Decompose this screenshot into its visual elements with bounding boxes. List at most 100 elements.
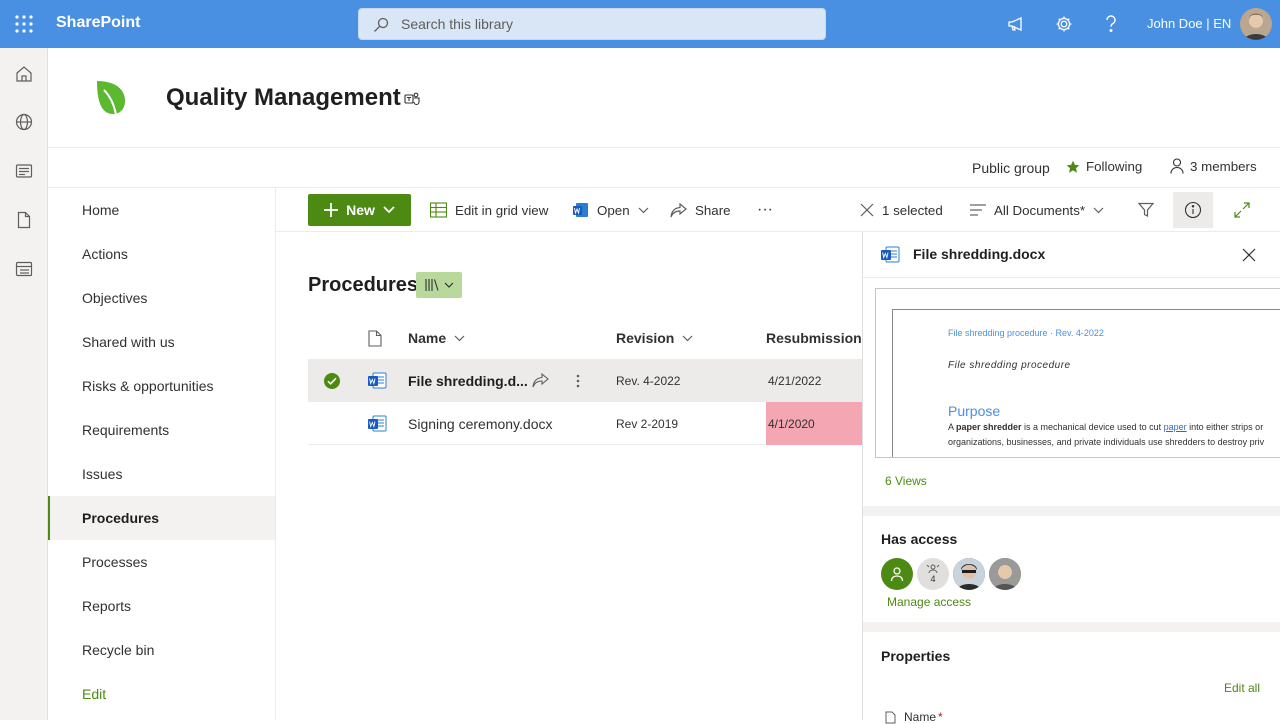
info-pane-icon[interactable] bbox=[1173, 192, 1213, 228]
view-count: 6 Views bbox=[885, 474, 927, 488]
close-icon bbox=[860, 203, 874, 217]
file-type-column-icon[interactable] bbox=[368, 324, 382, 352]
file-name[interactable]: Signing ceremony.docx bbox=[408, 402, 552, 445]
chevron-down-icon bbox=[682, 335, 693, 341]
library-view-switch[interactable] bbox=[416, 272, 462, 298]
column-header-name[interactable]: Name bbox=[408, 324, 465, 352]
clear-selection-button[interactable]: 1 selected bbox=[860, 188, 943, 232]
chevron-down-icon bbox=[444, 282, 454, 288]
share-icon bbox=[670, 202, 687, 217]
plus-icon bbox=[324, 203, 339, 217]
search-icon bbox=[374, 17, 389, 32]
app-rail bbox=[0, 48, 48, 720]
nav-item-recycle-bin[interactable]: Recycle bin bbox=[48, 628, 275, 672]
account-name[interactable]: John Doe | EN bbox=[1147, 16, 1231, 31]
megaphone-icon[interactable] bbox=[992, 0, 1040, 48]
members-button[interactable]: 3 members bbox=[1170, 158, 1257, 174]
nav-item-home[interactable]: Home bbox=[48, 188, 275, 232]
site-logo-leaf-icon[interactable] bbox=[94, 78, 128, 121]
nav-edit-link[interactable]: Edit bbox=[48, 672, 275, 716]
news-icon[interactable] bbox=[0, 147, 48, 195]
edit-all-link[interactable]: Edit all bbox=[1224, 681, 1260, 695]
chevron-down-icon bbox=[638, 207, 649, 213]
command-bar: New Edit in grid view Open Share ··· 1 s… bbox=[276, 188, 1280, 232]
user-avatar[interactable] bbox=[953, 558, 985, 590]
follow-button[interactable]: Following bbox=[1066, 159, 1142, 174]
chevron-down-icon bbox=[383, 206, 395, 214]
preview-header: File shredding procedure · Rev. 4-2022 bbox=[948, 328, 1104, 338]
share-button[interactable]: Share bbox=[670, 188, 731, 232]
search-box[interactable] bbox=[358, 8, 826, 40]
share-label: Share bbox=[695, 202, 731, 218]
preview-text-line: A paper shredder is a mechanical device … bbox=[948, 422, 1264, 432]
edit-grid-view-label: Edit in grid view bbox=[455, 202, 549, 218]
document-icon bbox=[885, 711, 896, 723]
section-divider bbox=[863, 506, 1280, 516]
close-details-icon[interactable] bbox=[1239, 246, 1259, 266]
more-vertical-icon[interactable] bbox=[576, 359, 580, 402]
nav-item-processes[interactable]: Processes bbox=[48, 540, 275, 584]
section-divider bbox=[863, 622, 1280, 632]
grid-table-icon bbox=[430, 202, 447, 218]
column-header-resubmission[interactable]: Resubmission bbox=[766, 324, 878, 352]
nav-item-procedures[interactable]: Procedures bbox=[48, 496, 275, 540]
manage-access-link[interactable]: Manage access bbox=[887, 595, 971, 609]
filter-icon[interactable] bbox=[1128, 188, 1164, 232]
nav-item-requirements[interactable]: Requirements bbox=[48, 408, 275, 452]
document-preview[interactable]: File shredding procedure · Rev. 4-2022 F… bbox=[875, 288, 1280, 458]
site-title[interactable]: Quality Management bbox=[166, 84, 401, 112]
nav-item-reports[interactable]: Reports bbox=[48, 584, 275, 628]
person-icon bbox=[1170, 158, 1184, 174]
table-row[interactable]: File shredding.d... Rev. 4-2022 4/21/202… bbox=[308, 359, 862, 402]
share-file-icon[interactable] bbox=[532, 359, 549, 402]
nav-item-actions[interactable]: Actions bbox=[48, 232, 275, 276]
view-label: All Documents* bbox=[994, 202, 1086, 218]
shared-link-icon[interactable]: 4 bbox=[917, 558, 949, 590]
group-type: Public group bbox=[972, 160, 1050, 176]
settings-gear-icon[interactable] bbox=[1040, 0, 1088, 48]
property-name-label: Name bbox=[904, 710, 937, 724]
word-file-icon bbox=[368, 402, 387, 445]
new-button[interactable]: New bbox=[308, 194, 411, 226]
table-row[interactable]: Signing ceremony.docx Rev 2-2019 4/1/202… bbox=[308, 402, 862, 445]
brand-link[interactable]: SharePoint bbox=[56, 14, 140, 32]
column-revision-label: Revision bbox=[616, 330, 675, 346]
star-filled-icon bbox=[1066, 160, 1080, 173]
expand-icon[interactable] bbox=[1224, 188, 1260, 232]
revision-value: Rev. 4-2022 bbox=[616, 373, 681, 388]
nav-item-shared-with-us[interactable]: Shared with us bbox=[48, 320, 275, 364]
edit-grid-view-button[interactable]: Edit in grid view bbox=[430, 188, 548, 232]
user-avatar[interactable] bbox=[989, 558, 1021, 590]
app-launcher-icon[interactable] bbox=[0, 0, 48, 48]
chevron-down-icon bbox=[1093, 207, 1104, 213]
teams-icon[interactable] bbox=[404, 92, 420, 111]
nav-item-risks-opportunities[interactable]: Risks & opportunities bbox=[48, 364, 275, 408]
required-mark: * bbox=[938, 710, 943, 724]
home-icon[interactable] bbox=[0, 50, 48, 98]
open-label: Open bbox=[597, 202, 630, 218]
nav-item-issues[interactable]: Issues bbox=[48, 452, 275, 496]
more-actions-button[interactable]: ··· bbox=[757, 188, 773, 232]
resubmission-date-overdue: 4/1/2020 bbox=[766, 402, 862, 445]
user-avatar[interactable] bbox=[1240, 8, 1272, 40]
nav-item-objectives[interactable]: Objectives bbox=[48, 276, 275, 320]
help-question-icon[interactable] bbox=[1087, 0, 1135, 48]
group-people-icon[interactable] bbox=[881, 558, 913, 590]
members-label: 3 members bbox=[1190, 158, 1257, 174]
has-access-title: Has access bbox=[881, 531, 958, 547]
details-header: File shredding.docx bbox=[863, 232, 1280, 278]
open-button[interactable]: Open bbox=[573, 188, 649, 232]
property-name-row: Name * bbox=[885, 710, 943, 724]
view-switcher[interactable]: All Documents* bbox=[970, 188, 1104, 232]
globe-icon[interactable] bbox=[0, 98, 48, 146]
site-navigation: Home Actions Objectives Shared with us R… bbox=[48, 188, 276, 720]
search-input[interactable] bbox=[401, 9, 811, 39]
details-pane: File shredding.docx File shredding proce… bbox=[862, 232, 1280, 724]
file-name[interactable]: File shredding.d... bbox=[408, 359, 528, 402]
lists-icon[interactable] bbox=[0, 245, 48, 293]
checkmark-circle-icon[interactable] bbox=[323, 359, 341, 402]
document-icon[interactable] bbox=[0, 196, 48, 244]
column-header-revision[interactable]: Revision bbox=[616, 324, 693, 352]
column-name-label: Name bbox=[408, 330, 447, 346]
resubmission-date: 4/21/2022 bbox=[768, 373, 822, 388]
